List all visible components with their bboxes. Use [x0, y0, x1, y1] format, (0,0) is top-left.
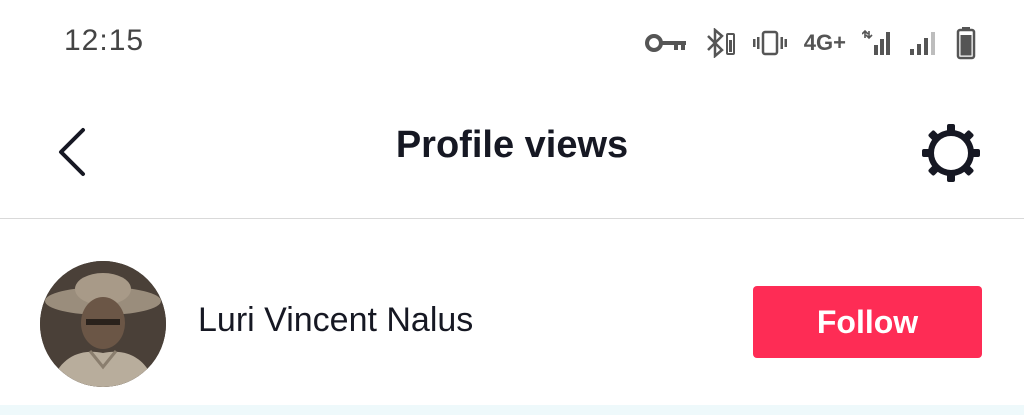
next-row-edge	[0, 405, 1024, 415]
gear-icon	[922, 124, 980, 182]
follow-button[interactable]: Follow	[753, 286, 982, 358]
network-label: 4G+	[803, 30, 846, 55]
battery-icon	[956, 26, 976, 60]
vibrate-icon	[752, 29, 788, 57]
avatar[interactable]	[40, 261, 166, 387]
header: Profile views	[0, 96, 1024, 219]
status-time: 12:15	[64, 24, 145, 57]
signal-icon	[862, 29, 892, 57]
status-icons: 4G+	[644, 22, 976, 64]
signal-icon	[908, 29, 940, 57]
settings-button[interactable]	[918, 120, 984, 186]
page-title: Profile views	[395, 124, 629, 166]
viewer-name[interactable]: Luri Vincent Nalus	[198, 301, 473, 340]
status-bar: 12:15 4G+	[0, 0, 1024, 86]
key-icon	[644, 32, 688, 54]
bluetooth-icon	[704, 28, 736, 58]
viewer-row[interactable]: Luri Vincent Nalus Follow	[0, 219, 1024, 405]
